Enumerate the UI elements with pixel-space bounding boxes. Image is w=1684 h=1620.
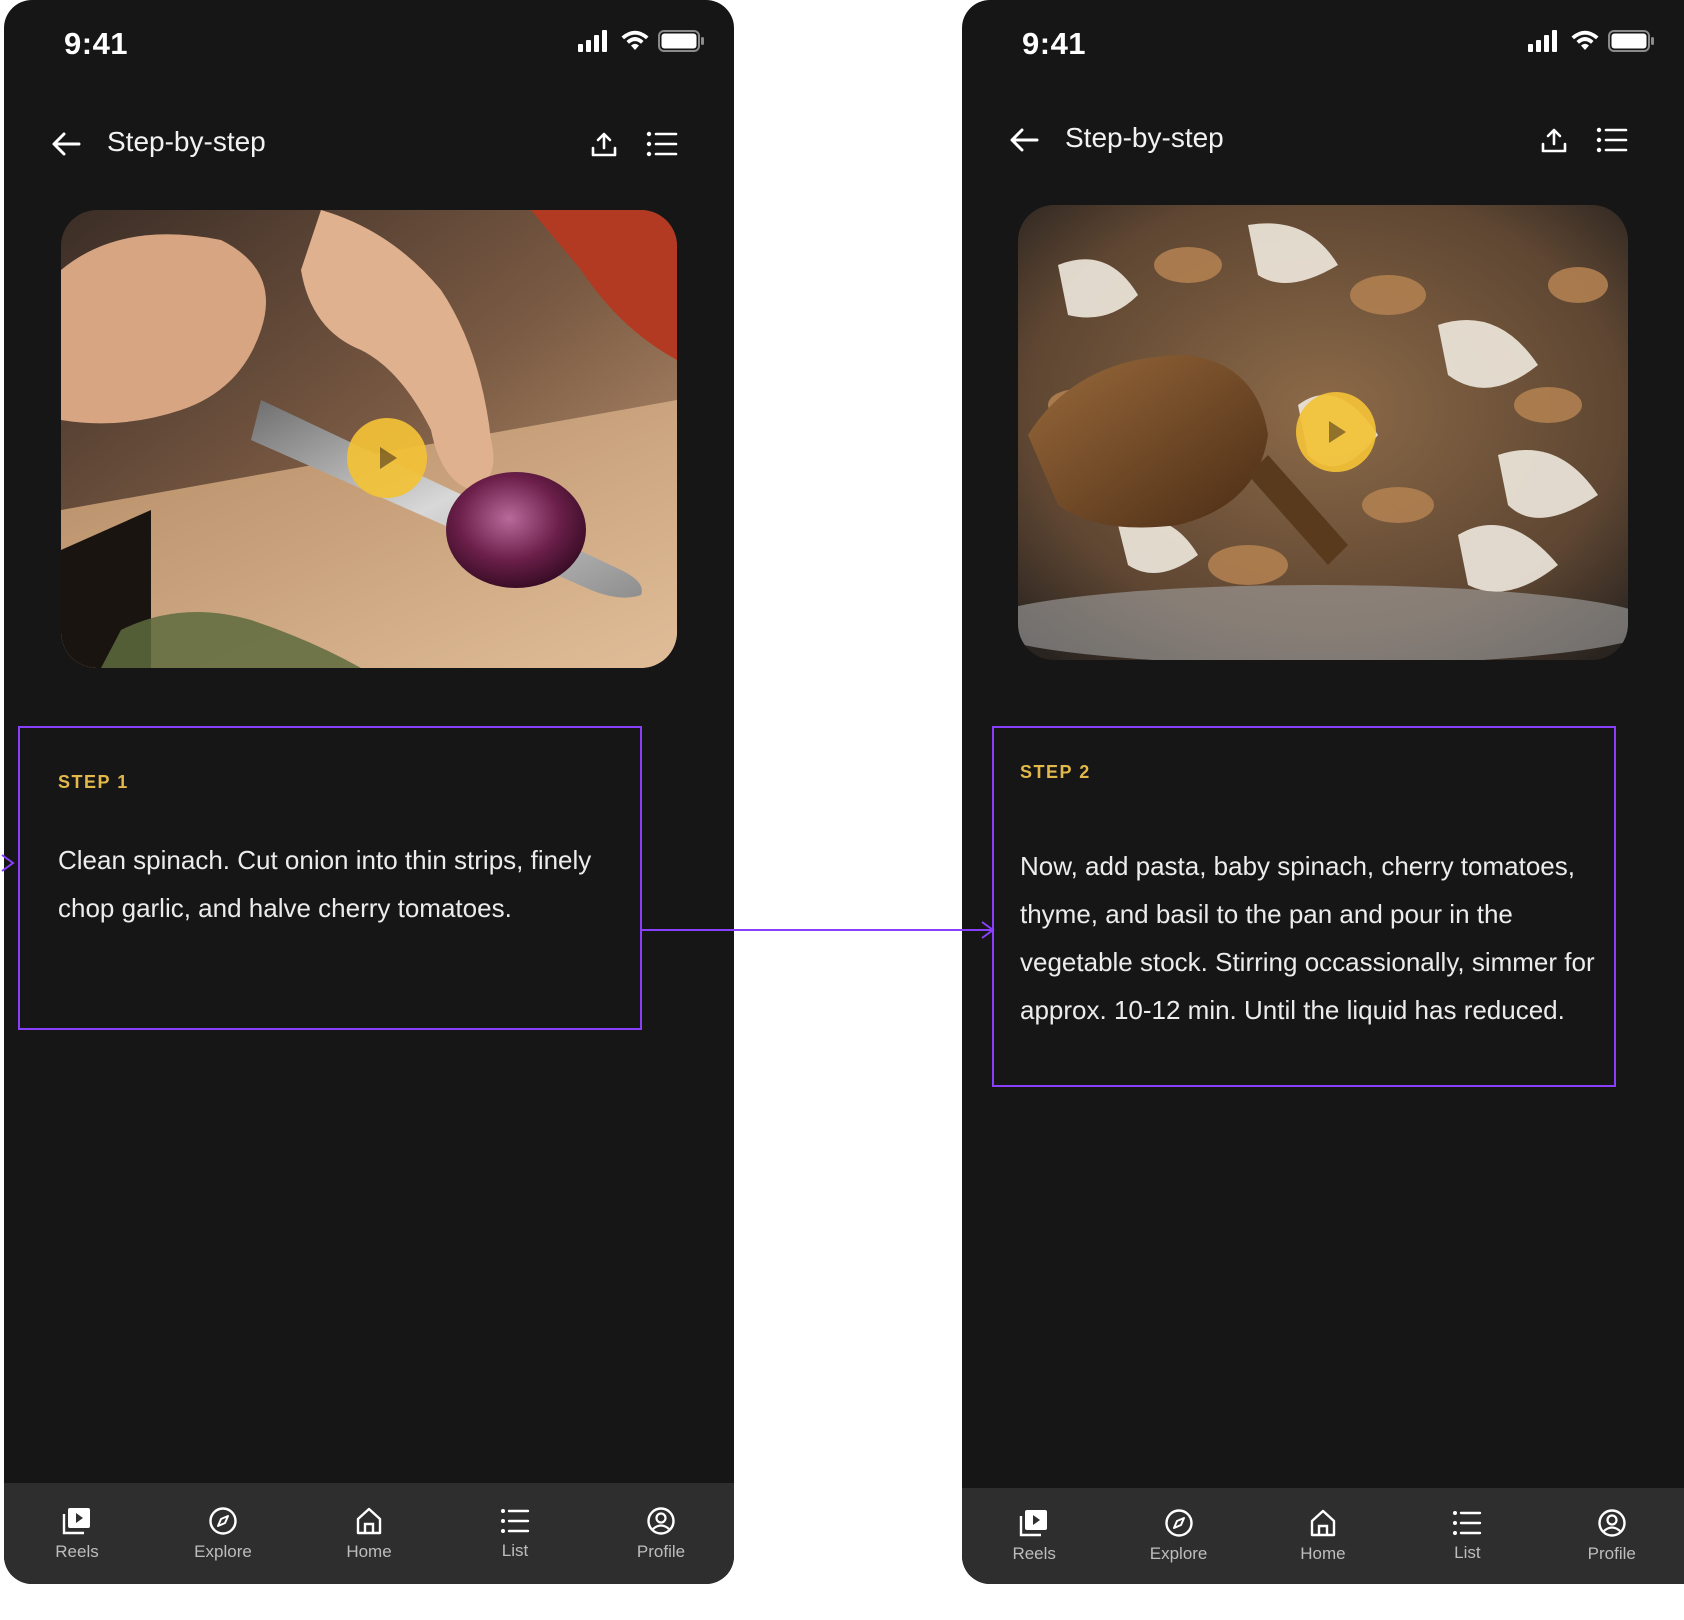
step-instructions: Now, add pasta, baby spinach, cherry tom… — [1020, 851, 1595, 1025]
tab-home[interactable]: Home — [309, 1506, 429, 1562]
list-icon — [1453, 1511, 1482, 1535]
tab-explore[interactable]: Explore — [1119, 1508, 1239, 1564]
home-icon — [1310, 1509, 1336, 1537]
share-button[interactable] — [1534, 118, 1574, 162]
app-header: Step-by-step — [962, 106, 1684, 176]
arrow-left-icon — [1010, 128, 1039, 152]
phone-screen-step-2: 9:41 Step-by-step STEP 2 Now, add pasta,… — [962, 0, 1684, 1584]
status-icons — [1528, 30, 1654, 52]
tab-label: Profile — [636, 1541, 686, 1561]
step-video-thumbnail[interactable] — [61, 210, 677, 668]
tab-home[interactable]: Home — [1263, 1508, 1383, 1564]
play-icon — [1329, 421, 1346, 443]
bottom-tab-bar: Reels Explore Home List Profile — [4, 1483, 734, 1584]
reels-icon — [1019, 1510, 1048, 1537]
step-card: STEP 1 Clean spinach. Cut onion into thi… — [18, 726, 642, 1030]
step-instructions: Clean spinach. Cut onion into thin strip… — [58, 845, 592, 923]
list-icon — [646, 131, 678, 157]
share-button[interactable] — [584, 122, 624, 166]
status-time: 9:41 — [64, 26, 129, 61]
tab-label: Home — [346, 1541, 392, 1561]
cellular-signal-icon — [578, 30, 607, 52]
status-time: 9:41 — [1022, 26, 1087, 61]
list-icon — [501, 1508, 530, 1533]
tab-profile[interactable]: Profile — [601, 1506, 721, 1562]
tab-label: Reels — [1012, 1544, 1056, 1563]
phone-screen-step-1: 9:41 Step-by-step STEP 1 Clean spinach. … — [4, 0, 734, 1584]
back-button[interactable] — [1004, 120, 1044, 160]
share-upload-icon — [591, 132, 617, 157]
cellular-signal-icon — [1528, 30, 1557, 52]
bottom-tab-bar: Reels Explore Home List Profile — [962, 1488, 1684, 1584]
tab-label: Profile — [1587, 1544, 1636, 1563]
tab-label: Reels — [55, 1541, 99, 1561]
wifi-icon — [621, 30, 649, 50]
tab-label: Explore — [194, 1541, 252, 1561]
tab-reels[interactable]: Reels — [17, 1506, 137, 1562]
tab-label: List — [1454, 1543, 1481, 1562]
step-label: STEP 2 — [1020, 762, 1091, 782]
incoming-arrowhead-icon — [1, 854, 15, 872]
arrow-left-icon — [52, 132, 81, 156]
status-bar: 9:41 — [4, 0, 734, 90]
step-card: STEP 2 Now, add pasta, baby spinach, che… — [992, 726, 1616, 1087]
tab-reels[interactable]: Reels — [974, 1508, 1094, 1564]
page-title: Step-by-step — [1065, 122, 1224, 153]
home-icon — [356, 1507, 382, 1534]
battery-icon — [658, 30, 704, 52]
compass-icon — [1164, 1509, 1193, 1537]
play-button[interactable] — [347, 418, 427, 498]
app-header: Step-by-step — [4, 110, 734, 180]
profile-icon — [1598, 1509, 1626, 1537]
compass-icon — [209, 1506, 237, 1535]
tab-label: Home — [1300, 1544, 1346, 1563]
reels-icon — [62, 1507, 90, 1534]
status-icons — [578, 30, 704, 52]
wifi-icon — [1571, 30, 1599, 50]
step-video-thumbnail[interactable] — [1018, 205, 1628, 660]
play-button[interactable] — [1296, 392, 1376, 472]
battery-icon — [1608, 30, 1654, 52]
profile-icon — [647, 1506, 675, 1535]
tab-label: Explore — [1149, 1544, 1208, 1563]
connector-arrowhead-icon — [981, 921, 995, 939]
tab-list[interactable]: List — [455, 1507, 575, 1561]
page-title: Step-by-step — [107, 126, 266, 157]
steps-list-button[interactable] — [1590, 118, 1634, 162]
steps-list-button[interactable] — [640, 122, 684, 166]
share-upload-icon — [1541, 128, 1567, 153]
tab-profile[interactable]: Profile — [1552, 1508, 1672, 1564]
step-label: STEP 1 — [58, 772, 129, 792]
status-bar: 9:41 — [962, 0, 1684, 90]
prototype-flow-connector — [641, 929, 991, 931]
tab-list[interactable]: List — [1407, 1509, 1527, 1563]
back-button[interactable] — [46, 124, 86, 164]
list-icon — [1596, 127, 1628, 153]
play-icon — [380, 447, 397, 469]
tab-explore[interactable]: Explore — [163, 1506, 283, 1562]
tab-label: List — [501, 1540, 529, 1560]
